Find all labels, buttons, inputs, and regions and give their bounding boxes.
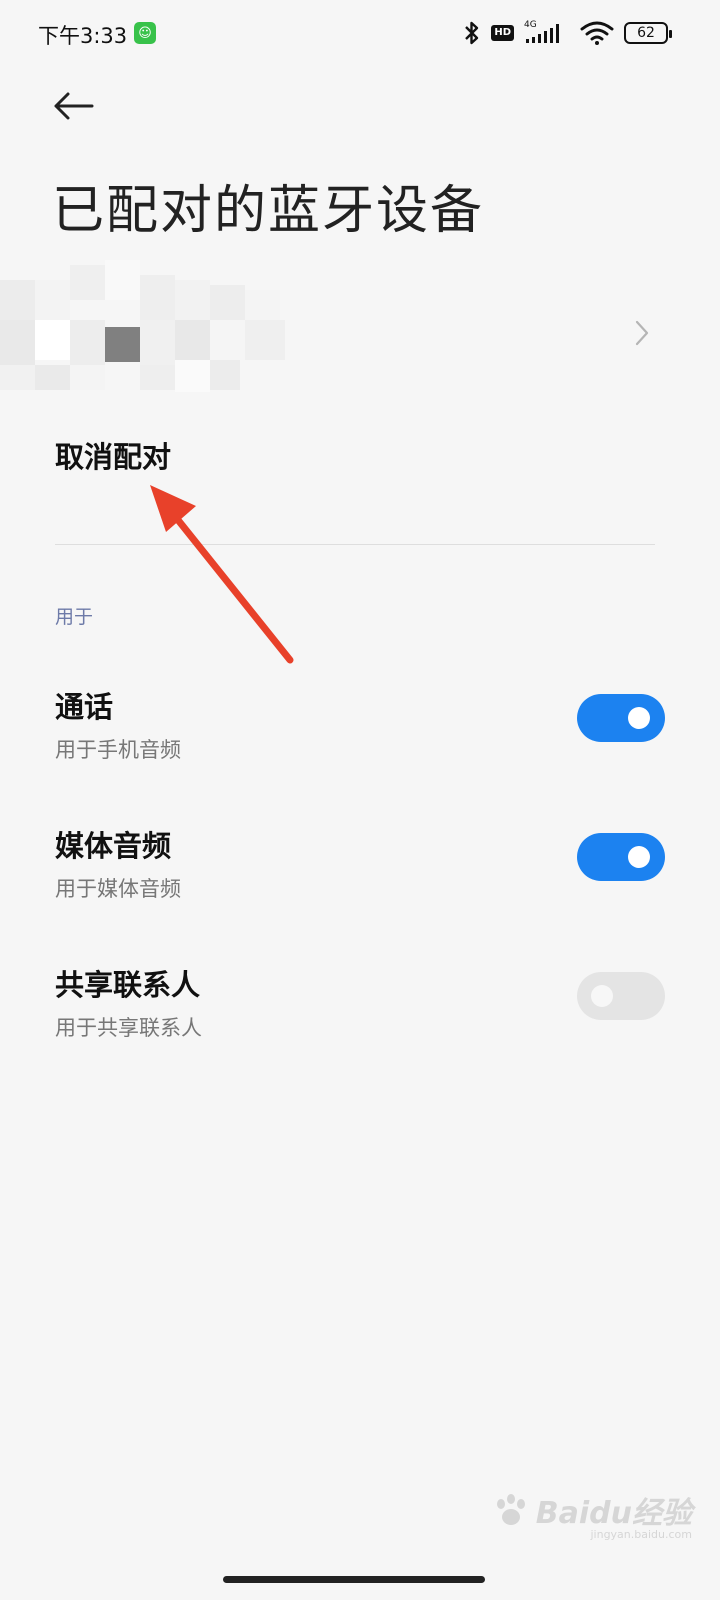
home-indicator[interactable] — [223, 1576, 485, 1583]
toggle-subtitle: 用于共享联系人 — [55, 1016, 202, 1040]
share-contacts-toggle-switch[interactable] — [577, 972, 665, 1020]
watermark-text: Baidu经验 — [535, 1496, 692, 1531]
toggle-row-calls[interactable]: 通话 用于手机音频 — [55, 684, 665, 764]
toggle-title: 通话 — [55, 690, 114, 724]
cellular-signal-icon: 4G — [524, 20, 570, 46]
watermark-url: jingyan.baidu.com — [590, 1528, 692, 1541]
status-time: 下午3:33 — [38, 24, 128, 48]
battery-indicator: 62 — [624, 22, 672, 44]
divider — [55, 544, 655, 545]
back-button[interactable] — [52, 84, 100, 128]
chevron-right-icon — [635, 320, 649, 346]
section-label-used-for: 用于 — [55, 606, 94, 628]
page-title: 已配对的蓝牙设备 — [52, 181, 485, 241]
status-icons: HD 4G 62 — [463, 18, 672, 48]
toggle-row-share-contacts[interactable]: 共享联系人 用于共享联系人 — [55, 962, 665, 1042]
calls-toggle-switch[interactable] — [577, 694, 665, 742]
redacted-device-name — [0, 255, 300, 395]
toggle-subtitle: 用于手机音频 — [55, 738, 181, 762]
device-info-row[interactable] — [0, 255, 720, 395]
toggle-title: 媒体音频 — [55, 829, 172, 863]
app-notification-icon: ☺ — [134, 22, 156, 44]
switch-knob — [628, 707, 650, 729]
hd-voice-badge: HD — [491, 25, 514, 41]
switch-knob — [591, 985, 613, 1007]
paw-logo-icon — [496, 1494, 525, 1525]
switch-knob — [628, 846, 650, 868]
toggle-title: 共享联系人 — [55, 968, 201, 1002]
wifi-icon — [580, 21, 614, 45]
toggle-row-media-audio[interactable]: 媒体音频 用于媒体音频 — [55, 823, 665, 903]
toggle-subtitle: 用于媒体音频 — [55, 877, 181, 901]
media-audio-toggle-switch[interactable] — [577, 833, 665, 881]
back-arrow-icon — [54, 92, 94, 120]
baidu-watermark: Baidu经验 jingyan.baidu.com — [492, 1488, 692, 1541]
battery-level: 62 — [637, 25, 655, 41]
status-bar: 下午3:33 ☺ HD 4G 62 — [0, 0, 720, 70]
unpair-button[interactable]: 取消配对 — [55, 434, 171, 476]
unpair-label: 取消配对 — [55, 440, 172, 474]
bluetooth-icon — [465, 21, 479, 45]
